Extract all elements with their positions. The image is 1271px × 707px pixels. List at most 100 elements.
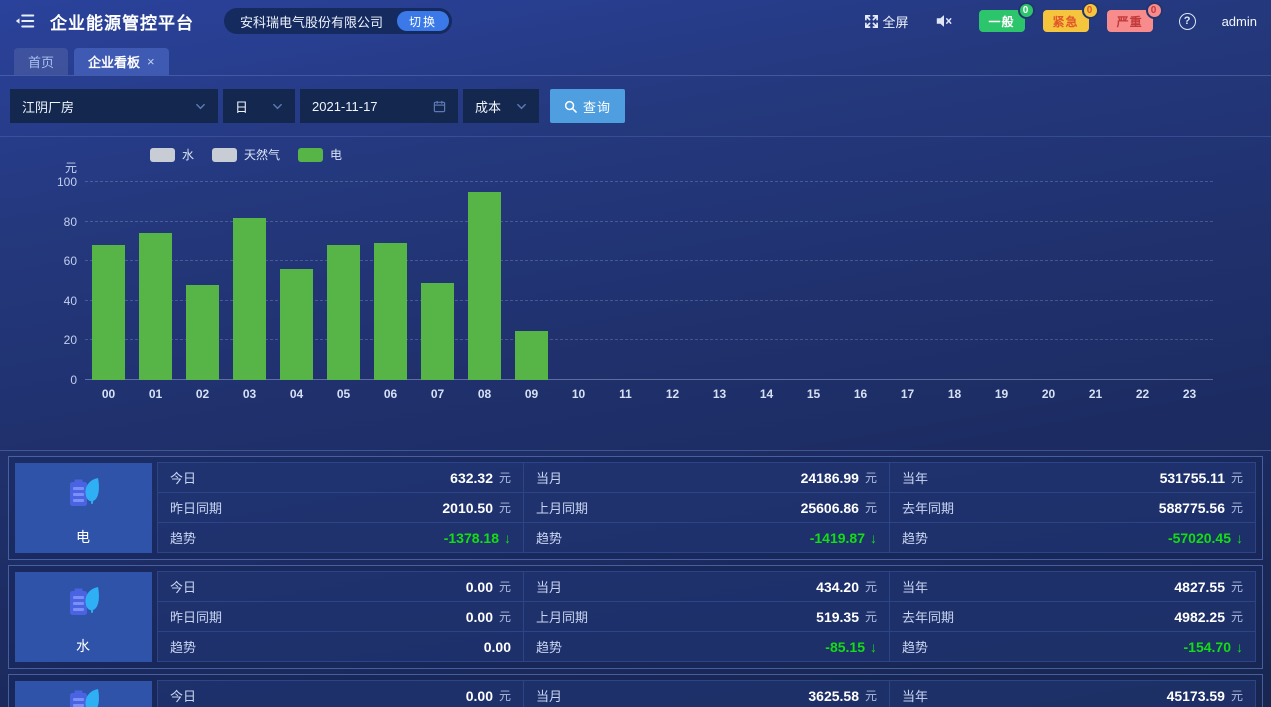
stat-value: 519.35: [816, 609, 859, 625]
bar-slot-01: [132, 182, 179, 380]
stat-value: 25606.86: [801, 500, 859, 516]
stat-unit: 元: [865, 687, 877, 704]
x-tick-label: 10: [555, 387, 602, 401]
stat-label: 今日: [170, 468, 196, 487]
calendar-icon: [433, 100, 446, 113]
stat-cell: 上月同期25606.86元: [523, 492, 890, 523]
bar-07: [421, 283, 454, 380]
stat-label: 趋势: [902, 528, 928, 547]
legend-item-电[interactable]: 电: [298, 146, 342, 163]
stat-label: 趋势: [536, 528, 562, 547]
x-tick-label: 03: [226, 387, 273, 401]
help-icon[interactable]: ?: [1179, 13, 1196, 30]
tab-首页[interactable]: 首页: [14, 48, 68, 75]
stat-cell: 当年45173.59元: [889, 680, 1256, 707]
bar-slot-12: [649, 182, 696, 380]
bar-slot-23: [1166, 182, 1213, 380]
bar-slot-16: [837, 182, 884, 380]
y-tick-label: 60: [0, 254, 77, 268]
x-axis-labels: 0001020304050607080910111213141516171819…: [85, 387, 1213, 401]
stat-value: 4827.55: [1174, 579, 1225, 595]
alarm-button-一般[interactable]: 一般0: [979, 10, 1025, 32]
stat-cell: 趋势-1378.18↓: [157, 522, 524, 553]
legend-swatch: [212, 148, 237, 162]
energy-type-tile: [15, 681, 152, 707]
bar-slot-00: [85, 182, 132, 380]
stat-value: 4982.25: [1174, 609, 1225, 625]
bar-slot-18: [931, 182, 978, 380]
alarm-button-严重[interactable]: 严重0: [1107, 10, 1153, 32]
alarm-button-紧急[interactable]: 紧急0: [1043, 10, 1089, 32]
tab-label: 首页: [28, 52, 54, 71]
x-tick-label: 12: [649, 387, 696, 401]
company-selector: 安科瑞电气股份有限公司 切换: [224, 8, 452, 34]
legend-label: 电: [330, 146, 342, 163]
bar-08: [468, 192, 501, 380]
stat-label: 当年: [902, 468, 928, 487]
energy-card-水: 水今日0.00元当月434.20元当年4827.55元昨日同期0.00元上月同期…: [8, 565, 1263, 669]
stat-unit: 元: [1231, 687, 1243, 704]
legend-swatch: [150, 148, 175, 162]
mute-speaker-icon[interactable]: [935, 13, 953, 29]
stat-cell: 去年同期588775.56元: [889, 492, 1256, 523]
stat-value: -1378.18: [444, 530, 499, 546]
stat-value: 531755.11: [1160, 470, 1225, 486]
y-tick-label: 40: [0, 294, 77, 308]
stat-unit: 元: [499, 469, 511, 486]
x-tick-label: 19: [978, 387, 1025, 401]
metric-select[interactable]: 成本: [463, 89, 539, 123]
stat-cell: 今日632.32元: [157, 462, 524, 493]
stat-value: 0.00: [466, 579, 493, 595]
stat-cell: 趋势-57020.45↓: [889, 522, 1256, 553]
stat-label: 上月同期: [536, 607, 588, 626]
bars-row: [85, 182, 1213, 380]
fullscreen-button[interactable]: 全屏: [864, 12, 909, 31]
user-menu[interactable]: admin: [1222, 14, 1257, 29]
search-button[interactable]: 查询: [550, 89, 625, 123]
stat-value: 24186.99: [801, 470, 859, 486]
stat-value: 0.00: [466, 609, 493, 625]
tab-close-icon[interactable]: ×: [147, 54, 155, 69]
battery-leaf-icon: [62, 579, 106, 628]
bar-slot-13: [696, 182, 743, 380]
stat-label: 今日: [170, 686, 196, 705]
x-tick-label: 20: [1025, 387, 1072, 401]
card-row: 趋势-1378.18↓趋势-1419.87↓趋势-57020.45↓: [158, 523, 1256, 553]
period-select[interactable]: 日: [223, 89, 295, 123]
bar-slot-14: [743, 182, 790, 380]
switch-company-button[interactable]: 切换: [397, 11, 449, 31]
bar-slot-09: [508, 182, 555, 380]
energy-type-label: 电: [76, 527, 91, 547]
card-grid: 今日0.00元当月434.20元当年4827.55元昨日同期0.00元上月同期5…: [158, 572, 1256, 662]
stat-cell: 趋势-154.70↓: [889, 631, 1256, 662]
bar-slot-03: [226, 182, 273, 380]
energy-type-tile: 电: [15, 463, 152, 553]
legend-item-天然气[interactable]: 天然气: [212, 146, 280, 163]
metric-select-value: 成本: [475, 97, 506, 116]
stat-cell: 当月24186.99元: [523, 462, 890, 493]
legend-item-水[interactable]: 水: [150, 146, 194, 163]
menu-fold-icon[interactable]: [14, 10, 36, 32]
site-select[interactable]: 江阴厂房: [10, 89, 218, 123]
stat-cell: 昨日同期2010.50元: [157, 492, 524, 523]
bar-00: [92, 245, 125, 380]
x-tick-label: 23: [1166, 387, 1213, 401]
alarm-count-badge: 0: [1146, 2, 1163, 19]
bar-04: [280, 269, 313, 380]
fullscreen-label: 全屏: [883, 12, 909, 31]
x-tick-label: 21: [1072, 387, 1119, 401]
card-row: 今日0.00元当月3625.58元当年45173.59元: [158, 681, 1256, 707]
energy-type-label: 水: [76, 636, 91, 656]
x-tick-label: 13: [696, 387, 743, 401]
stat-value: 588775.56: [1159, 500, 1225, 516]
stat-unit: 元: [499, 578, 511, 595]
stat-value: 45173.59: [1167, 688, 1225, 704]
stat-unit: 元: [865, 469, 877, 486]
tab-企业看板[interactable]: 企业看板×: [74, 48, 169, 75]
x-tick-label: 02: [179, 387, 226, 401]
stat-label: 当月: [536, 686, 562, 705]
y-tick-label: 0: [0, 373, 77, 387]
stat-label: 趋势: [170, 528, 196, 547]
bar-02: [186, 285, 219, 380]
date-picker[interactable]: 2021-11-17: [300, 89, 458, 123]
